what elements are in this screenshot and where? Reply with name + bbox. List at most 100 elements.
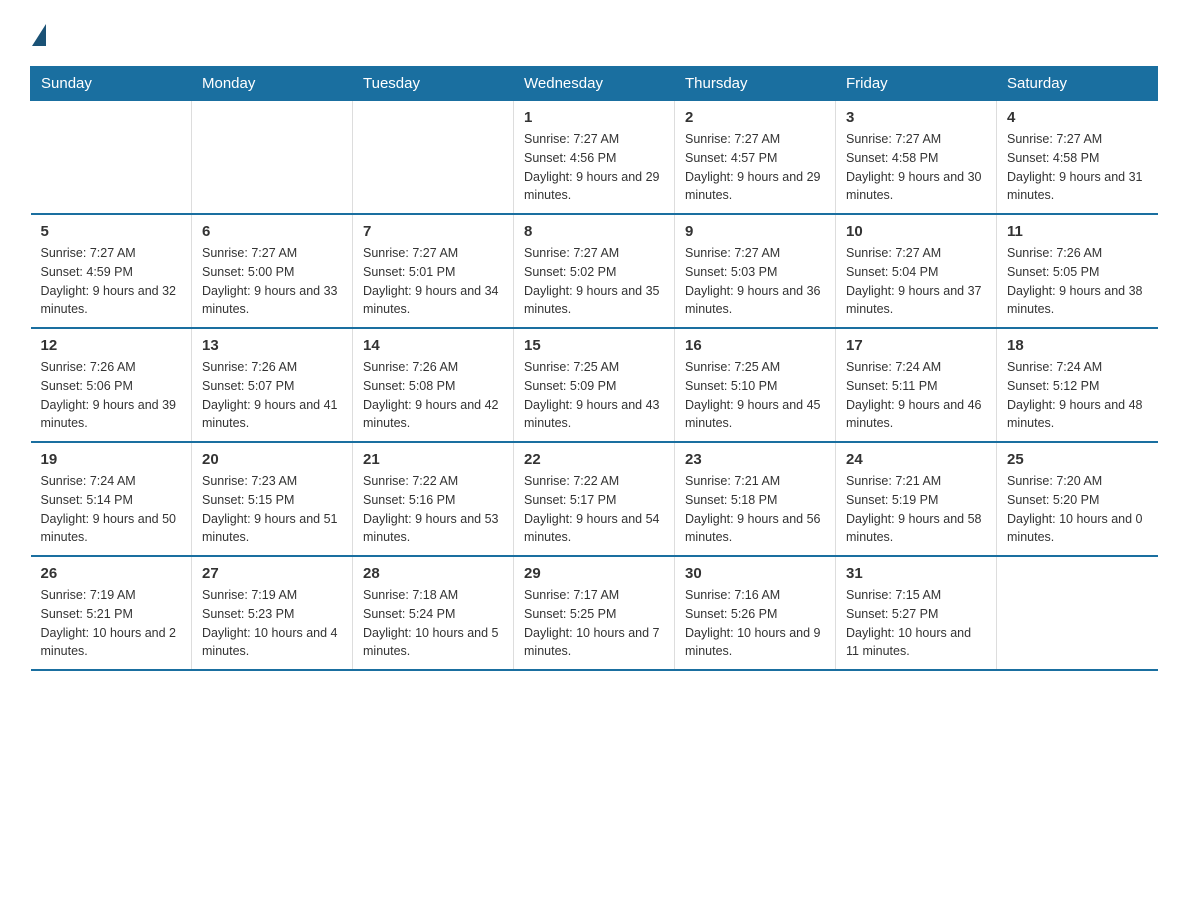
day-number: 1 [524, 109, 664, 126]
calendar-day-cell: 31 Sunrise: 7:15 AM Sunset: 5:27 PM Dayli… [836, 556, 997, 670]
day-number: 30 [685, 565, 825, 582]
day-info: Sunrise: 7:18 AM Sunset: 5:24 PM Dayligh… [363, 586, 503, 661]
calendar-day-cell: 11 Sunrise: 7:26 AM Sunset: 5:05 PM Dayli… [997, 214, 1158, 328]
calendar-day-cell: 26Sunrise: 7:19 AM Sunset: 5:21 PM Dayli… [31, 556, 192, 670]
day-info: Sunrise: 7:25 AM Sunset: 5:10 PM Dayligh… [685, 358, 825, 433]
calendar-day-cell: 20 Sunrise: 7:23 AM Sunset: 5:15 PM Dayli… [192, 442, 353, 556]
day-info: Sunrise: 7:21 AM Sunset: 5:19 PM Dayligh… [846, 472, 986, 547]
calendar-day-cell: 2 Sunrise: 7:27 AM Sunset: 4:57 PM Daylig… [675, 101, 836, 215]
day-info: Sunrise: 7:20 AM Sunset: 5:20 PM Dayligh… [1007, 472, 1148, 547]
day-info: Sunrise: 7:24 AM Sunset: 5:14 PM Dayligh… [41, 472, 182, 547]
calendar-day-cell: 9 Sunrise: 7:27 AM Sunset: 5:03 PM Daylig… [675, 214, 836, 328]
day-number: 22 [524, 451, 664, 468]
day-number: 20 [202, 451, 342, 468]
day-number: 2 [685, 109, 825, 126]
day-info: Sunrise: 7:27 AM Sunset: 4:56 PM Dayligh… [524, 130, 664, 205]
day-number: 8 [524, 223, 664, 240]
logo-triangle-icon [32, 24, 46, 46]
calendar-day-cell: 5 Sunrise: 7:27 AM Sunset: 4:59 PM Daylig… [31, 214, 192, 328]
day-of-week-header: Tuesday [353, 67, 514, 101]
day-info: Sunrise: 7:26 AM Sunset: 5:05 PM Dayligh… [1007, 244, 1148, 319]
day-number: 25 [1007, 451, 1148, 468]
calendar-day-cell: 28Sunrise: 7:18 AM Sunset: 5:24 PM Dayli… [353, 556, 514, 670]
calendar-day-cell: 25 Sunrise: 7:20 AM Sunset: 5:20 PM Dayli… [997, 442, 1158, 556]
calendar-day-cell: 17 Sunrise: 7:24 AM Sunset: 5:11 PM Dayli… [836, 328, 997, 442]
day-number: 23 [685, 451, 825, 468]
calendar-day-cell [997, 556, 1158, 670]
day-info: Sunrise: 7:23 AM Sunset: 5:15 PM Dayligh… [202, 472, 342, 547]
calendar-day-cell: 8 Sunrise: 7:27 AM Sunset: 5:02 PM Daylig… [514, 214, 675, 328]
day-info: Sunrise: 7:27 AM Sunset: 4:58 PM Dayligh… [846, 130, 986, 205]
day-of-week-header: Thursday [675, 67, 836, 101]
day-number: 29 [524, 565, 664, 582]
day-number: 7 [363, 223, 503, 240]
day-number: 4 [1007, 109, 1148, 126]
day-number: 31 [846, 565, 986, 582]
calendar-week-row: 5 Sunrise: 7:27 AM Sunset: 4:59 PM Daylig… [31, 214, 1158, 328]
day-info: Sunrise: 7:26 AM Sunset: 5:07 PM Dayligh… [202, 358, 342, 433]
calendar-day-cell [192, 101, 353, 215]
calendar-body: 1 Sunrise: 7:27 AM Sunset: 4:56 PM Daylig… [31, 101, 1158, 671]
day-info: Sunrise: 7:17 AM Sunset: 5:25 PM Dayligh… [524, 586, 664, 661]
day-of-week-header: Monday [192, 67, 353, 101]
day-info: Sunrise: 7:27 AM Sunset: 5:01 PM Dayligh… [363, 244, 503, 319]
calendar-day-cell: 10Sunrise: 7:27 AM Sunset: 5:04 PM Dayli… [836, 214, 997, 328]
calendar-week-row: 19Sunrise: 7:24 AM Sunset: 5:14 PM Dayli… [31, 442, 1158, 556]
calendar-day-cell: 15Sunrise: 7:25 AM Sunset: 5:09 PM Dayli… [514, 328, 675, 442]
day-info: Sunrise: 7:27 AM Sunset: 5:04 PM Dayligh… [846, 244, 986, 319]
calendar-day-cell: 24 Sunrise: 7:21 AM Sunset: 5:19 PM Dayli… [836, 442, 997, 556]
day-info: Sunrise: 7:27 AM Sunset: 4:58 PM Dayligh… [1007, 130, 1148, 205]
day-number: 12 [41, 337, 182, 354]
day-number: 14 [363, 337, 503, 354]
calendar-week-row: 12 Sunrise: 7:26 AM Sunset: 5:06 PM Dayli… [31, 328, 1158, 442]
day-of-week-header: Wednesday [514, 67, 675, 101]
calendar-day-cell: 1 Sunrise: 7:27 AM Sunset: 4:56 PM Daylig… [514, 101, 675, 215]
day-number: 26 [41, 565, 182, 582]
day-number: 27 [202, 565, 342, 582]
calendar-table: SundayMondayTuesdayWednesdayThursdayFrid… [30, 66, 1158, 671]
day-info: Sunrise: 7:19 AM Sunset: 5:23 PM Dayligh… [202, 586, 342, 661]
day-info: Sunrise: 7:21 AM Sunset: 5:18 PM Dayligh… [685, 472, 825, 547]
day-of-week-header: Saturday [997, 67, 1158, 101]
day-info: Sunrise: 7:26 AM Sunset: 5:08 PM Dayligh… [363, 358, 503, 433]
day-info: Sunrise: 7:27 AM Sunset: 4:57 PM Dayligh… [685, 130, 825, 205]
days-of-week-row: SundayMondayTuesdayWednesdayThursdayFrid… [31, 67, 1158, 101]
calendar-day-cell: 21Sunrise: 7:22 AM Sunset: 5:16 PM Dayli… [353, 442, 514, 556]
day-number: 17 [846, 337, 986, 354]
day-of-week-header: Sunday [31, 67, 192, 101]
calendar-day-cell: 23 Sunrise: 7:21 AM Sunset: 5:18 PM Dayli… [675, 442, 836, 556]
calendar-day-cell: 3Sunrise: 7:27 AM Sunset: 4:58 PM Daylig… [836, 101, 997, 215]
calendar-day-cell: 7 Sunrise: 7:27 AM Sunset: 5:01 PM Daylig… [353, 214, 514, 328]
day-info: Sunrise: 7:27 AM Sunset: 5:02 PM Dayligh… [524, 244, 664, 319]
calendar-day-cell: 14 Sunrise: 7:26 AM Sunset: 5:08 PM Dayli… [353, 328, 514, 442]
calendar-day-cell: 18Sunrise: 7:24 AM Sunset: 5:12 PM Dayli… [997, 328, 1158, 442]
calendar-day-cell [31, 101, 192, 215]
calendar-day-cell [353, 101, 514, 215]
day-number: 11 [1007, 223, 1148, 240]
calendar-day-cell: 30Sunrise: 7:16 AM Sunset: 5:26 PM Dayli… [675, 556, 836, 670]
day-number: 15 [524, 337, 664, 354]
day-number: 24 [846, 451, 986, 468]
day-info: Sunrise: 7:22 AM Sunset: 5:17 PM Dayligh… [524, 472, 664, 547]
day-number: 6 [202, 223, 342, 240]
calendar-day-cell: 16 Sunrise: 7:25 AM Sunset: 5:10 PM Dayli… [675, 328, 836, 442]
day-number: 21 [363, 451, 503, 468]
day-info: Sunrise: 7:27 AM Sunset: 5:03 PM Dayligh… [685, 244, 825, 319]
day-number: 18 [1007, 337, 1148, 354]
day-info: Sunrise: 7:27 AM Sunset: 5:00 PM Dayligh… [202, 244, 342, 319]
day-number: 13 [202, 337, 342, 354]
day-info: Sunrise: 7:27 AM Sunset: 4:59 PM Dayligh… [41, 244, 182, 319]
calendar-week-row: 26Sunrise: 7:19 AM Sunset: 5:21 PM Dayli… [31, 556, 1158, 670]
day-of-week-header: Friday [836, 67, 997, 101]
day-number: 9 [685, 223, 825, 240]
calendar-day-cell: 13 Sunrise: 7:26 AM Sunset: 5:07 PM Dayli… [192, 328, 353, 442]
logo [30, 20, 46, 46]
day-info: Sunrise: 7:15 AM Sunset: 5:27 PM Dayligh… [846, 586, 986, 661]
day-info: Sunrise: 7:26 AM Sunset: 5:06 PM Dayligh… [41, 358, 182, 433]
day-info: Sunrise: 7:24 AM Sunset: 5:11 PM Dayligh… [846, 358, 986, 433]
calendar-day-cell: 22 Sunrise: 7:22 AM Sunset: 5:17 PM Dayli… [514, 442, 675, 556]
day-number: 16 [685, 337, 825, 354]
day-number: 5 [41, 223, 182, 240]
calendar-day-cell: 12 Sunrise: 7:26 AM Sunset: 5:06 PM Dayli… [31, 328, 192, 442]
calendar-day-cell: 4 Sunrise: 7:27 AM Sunset: 4:58 PM Daylig… [997, 101, 1158, 215]
